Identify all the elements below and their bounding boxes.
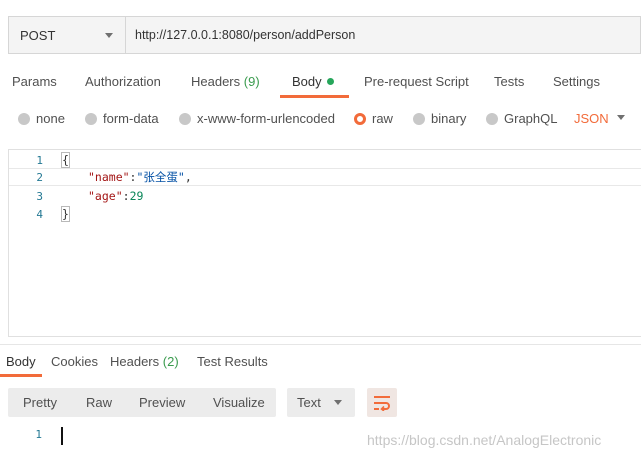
view-visualize-button[interactable]: Visualize bbox=[213, 395, 265, 410]
tab-body[interactable]: Body bbox=[292, 74, 334, 89]
code-text: { bbox=[61, 152, 70, 168]
radio-label: x-www-form-urlencoded bbox=[197, 111, 335, 126]
line-number: 3 bbox=[36, 189, 43, 203]
tab-tests[interactable]: Tests bbox=[494, 74, 524, 89]
response-tab-test-results[interactable]: Test Results bbox=[197, 354, 268, 369]
radio-label: binary bbox=[431, 111, 467, 126]
editor-line-current: 2 "name":"张全蛋", bbox=[9, 168, 641, 186]
method-select[interactable]: POST bbox=[9, 17, 126, 53]
text-cursor bbox=[61, 427, 63, 445]
request-bar: POST http://127.0.0.1:8080/person/addPer… bbox=[8, 16, 641, 54]
wrap-lines-icon bbox=[374, 395, 390, 411]
radio-icon bbox=[179, 112, 191, 125]
tab-authorization[interactable]: Authorization bbox=[85, 74, 161, 89]
json-number-value: 29 bbox=[129, 189, 144, 203]
url-text: http://127.0.0.1:8080/person/addPerson bbox=[135, 28, 356, 42]
radio-raw[interactable]: raw bbox=[354, 111, 393, 126]
url-input[interactable]: http://127.0.0.1:8080/person/addPerson bbox=[126, 17, 640, 53]
tab-label: Headers bbox=[110, 354, 160, 369]
chevron-down-icon bbox=[105, 33, 113, 38]
tab-label: Params bbox=[12, 74, 57, 89]
tab-pre-request-script[interactable]: Pre-request Script bbox=[364, 74, 469, 89]
tab-label: Body bbox=[292, 74, 322, 89]
radio-selected-icon bbox=[354, 112, 366, 125]
tab-count: (2) bbox=[162, 354, 179, 369]
wrap-lines-button[interactable] bbox=[367, 388, 397, 417]
response-body-editor[interactable]: 1 bbox=[8, 427, 208, 445]
radio-label: form-data bbox=[103, 111, 159, 126]
format-label: Text bbox=[297, 395, 321, 410]
tab-label: Tests bbox=[494, 74, 525, 89]
line-number: 1 bbox=[36, 153, 43, 167]
response-active-underline bbox=[0, 374, 42, 377]
view-preview-button[interactable]: Preview bbox=[139, 395, 185, 410]
tab-label: Pre-request Script bbox=[364, 74, 469, 89]
tab-count: (9) bbox=[243, 74, 260, 89]
body-type-options: none form-data x-www-form-urlencoded raw… bbox=[0, 108, 641, 130]
json-key: "age" bbox=[88, 189, 123, 203]
body-editor[interactable]: 1 { 2 "name":"张全蛋", 3 "age":29 4 } bbox=[8, 149, 641, 337]
format-select-json[interactable]: JSON bbox=[574, 111, 609, 126]
chevron-down-icon bbox=[334, 400, 342, 405]
watermark: https://blog.csdn.net/AnalogElectronic bbox=[367, 432, 602, 448]
tab-params[interactable]: Params bbox=[12, 74, 57, 89]
tab-headers[interactable]: Headers (9) bbox=[191, 74, 260, 89]
line-number: 2 bbox=[36, 170, 43, 184]
view-mode-bar: Pretty Raw Preview Visualize bbox=[8, 388, 276, 417]
radio-icon bbox=[18, 112, 30, 125]
response-tab-cookies[interactable]: Cookies bbox=[51, 354, 98, 369]
radio-binary[interactable]: binary bbox=[413, 111, 466, 126]
json-key: "name" bbox=[88, 170, 130, 184]
radio-icon bbox=[413, 112, 425, 125]
response-format-select[interactable]: Text bbox=[287, 388, 355, 417]
radio-icon bbox=[85, 112, 97, 125]
response-divider bbox=[0, 344, 641, 345]
view-raw-button[interactable]: Raw bbox=[86, 395, 112, 410]
code-text: "name":"张全蛋", bbox=[88, 170, 192, 184]
tab-settings[interactable]: Settings bbox=[553, 74, 600, 89]
radio-label: GraphQL bbox=[504, 111, 558, 126]
chevron-down-icon[interactable] bbox=[617, 115, 625, 120]
line-number: 1 bbox=[35, 428, 42, 441]
json-string-value: "张全蛋" bbox=[136, 170, 185, 184]
tab-label: Test Results bbox=[197, 354, 268, 369]
radio-none[interactable]: none bbox=[18, 111, 65, 126]
view-pretty-button[interactable]: Pretty bbox=[23, 395, 57, 410]
radio-label: none bbox=[36, 111, 65, 126]
active-tab-underline bbox=[280, 95, 349, 98]
close-brace: } bbox=[61, 206, 70, 222]
radio-icon bbox=[486, 112, 498, 125]
editor-line: 3 "age":29 bbox=[9, 187, 641, 205]
radio-graphql[interactable]: GraphQL bbox=[486, 111, 557, 126]
line-number: 4 bbox=[36, 207, 43, 221]
code-text: "age":29 bbox=[88, 189, 144, 203]
method-label: POST bbox=[20, 27, 56, 43]
code-text: } bbox=[61, 206, 70, 222]
response-tabs: Body Cookies Headers (2) Test Results bbox=[0, 350, 641, 376]
tab-label: Cookies bbox=[51, 354, 98, 369]
tab-label: Body bbox=[6, 354, 36, 369]
radio-x-www-form-urlencoded[interactable]: x-www-form-urlencoded bbox=[179, 111, 335, 126]
radio-form-data[interactable]: form-data bbox=[85, 111, 159, 126]
open-brace: { bbox=[61, 152, 70, 168]
active-dot-icon bbox=[326, 78, 334, 85]
tab-label: Authorization bbox=[85, 74, 161, 89]
response-tab-body[interactable]: Body bbox=[6, 354, 36, 369]
editor-line: 4 } bbox=[9, 205, 641, 223]
tab-label: Headers bbox=[191, 74, 241, 89]
request-tabs: Params Authorization Headers (9) Body Pr… bbox=[0, 66, 641, 98]
editor-line: 1 { bbox=[9, 151, 641, 169]
radio-label: raw bbox=[372, 111, 393, 126]
response-tab-headers[interactable]: Headers (2) bbox=[110, 354, 179, 369]
tab-label: Settings bbox=[553, 74, 600, 89]
